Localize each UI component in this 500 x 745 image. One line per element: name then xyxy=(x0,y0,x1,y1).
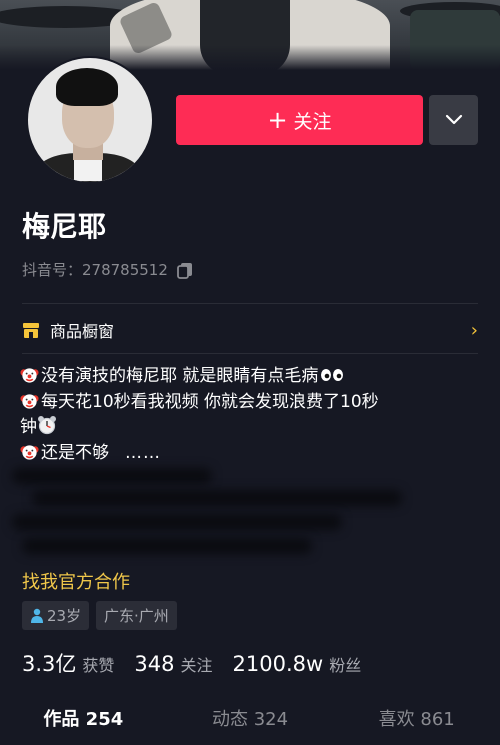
redacted-text xyxy=(12,462,412,572)
age-tag: 23岁 xyxy=(22,601,90,630)
official-collab-link[interactable]: 找我官方合作 xyxy=(22,568,130,594)
person-icon xyxy=(31,608,43,623)
follow-button[interactable]: + 关注 xyxy=(176,95,423,145)
copy-icon[interactable] xyxy=(176,261,194,279)
likes-count: 3.3亿 xyxy=(22,652,77,676)
douyin-id: 抖音号：278785512 xyxy=(22,261,168,279)
following-count[interactable]: 348 xyxy=(134,652,174,676)
followers-count[interactable]: 2100.8w xyxy=(233,652,324,676)
shop-window-link[interactable]: 商品橱窗 › xyxy=(22,315,478,345)
divider xyxy=(22,353,478,354)
likes-label: 获赞 xyxy=(82,656,115,675)
bio-line-2: 每天花10秒看我视频 你就会发现浪费了10秒 xyxy=(41,391,379,412)
profile-stats: 3.3亿 获赞 348 关注 2100.8w 粉丝 xyxy=(22,648,381,678)
following-label[interactable]: 关注 xyxy=(181,652,213,676)
tab-likes[interactable]: 喜欢 861 xyxy=(333,705,500,745)
bio-line-1: 没有演技的梅尼耶 就是眼睛有点毛病 xyxy=(41,366,319,386)
age-label: 23岁 xyxy=(47,607,82,625)
clown-emoji-icon xyxy=(20,393,39,409)
chevron-down-icon xyxy=(445,114,462,125)
shop-icon xyxy=(23,323,39,338)
douyin-id-row: 抖音号：278785512 xyxy=(22,259,194,280)
shop-label: 商品橱窗 xyxy=(50,322,115,341)
plus-icon: + xyxy=(267,106,288,134)
clown-emoji-icon xyxy=(20,368,39,383)
bio-more[interactable]: …… xyxy=(125,443,161,463)
follow-label: 关注 xyxy=(293,110,332,133)
clown-emoji-icon xyxy=(20,444,39,460)
content-tabs: 作品 254 动态 324 喜欢 861 xyxy=(0,705,500,745)
divider xyxy=(22,303,478,304)
location-tag: 广东·广州 xyxy=(96,601,177,630)
profile-name: 梅尼耶 xyxy=(22,210,107,243)
eyes-emoji-icon xyxy=(321,369,344,381)
bio-line-4: 还是不够 xyxy=(41,442,109,463)
location-label: 广东·广州 xyxy=(104,607,169,625)
avatar[interactable] xyxy=(26,56,154,184)
followers-label[interactable]: 粉丝 xyxy=(329,652,361,676)
bio: 没有演技的梅尼耶 就是眼睛有点毛病 每天花10秒看我视频 你就会发现浪费了10秒… xyxy=(20,364,480,466)
bio-line-3: 钟 xyxy=(20,417,37,437)
tab-works[interactable]: 作品 254 xyxy=(0,705,167,745)
tab-activity[interactable]: 动态 324 xyxy=(167,705,334,745)
more-options-button[interactable] xyxy=(429,95,478,145)
chevron-right-icon: › xyxy=(470,319,478,341)
alarm-clock-emoji-icon xyxy=(38,416,56,435)
